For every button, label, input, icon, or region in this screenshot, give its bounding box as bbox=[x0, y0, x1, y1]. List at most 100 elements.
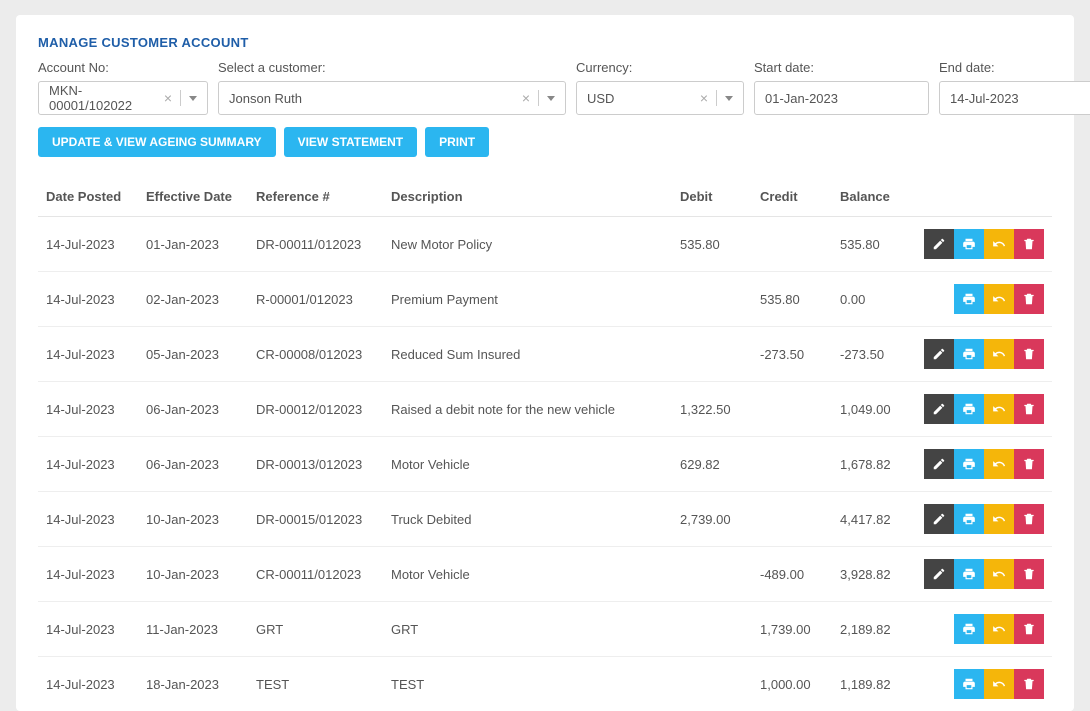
undo-button[interactable] bbox=[984, 614, 1014, 644]
edit-button[interactable] bbox=[924, 394, 954, 424]
del-icon bbox=[1022, 292, 1036, 306]
del-button[interactable] bbox=[1014, 559, 1044, 589]
undo-icon bbox=[992, 237, 1006, 251]
customer-label: Select a customer: bbox=[218, 60, 566, 75]
undo-button[interactable] bbox=[984, 449, 1014, 479]
print-button[interactable] bbox=[954, 284, 984, 314]
undo-button[interactable] bbox=[984, 559, 1014, 589]
print-button[interactable] bbox=[954, 449, 984, 479]
col-credit: Credit bbox=[752, 177, 832, 217]
cell-balance: 1,678.82 bbox=[832, 437, 912, 492]
filter-row: Account No: MKN-00001/102022 × Select a … bbox=[38, 60, 1052, 115]
col-effective-date: Effective Date bbox=[138, 177, 248, 217]
del-button[interactable] bbox=[1014, 394, 1044, 424]
chevron-down-icon[interactable] bbox=[547, 96, 555, 101]
table-row: 14-Jul-202306-Jan-2023DR-00013/012023Mot… bbox=[38, 437, 1052, 492]
print-button[interactable] bbox=[954, 394, 984, 424]
cell-effective: 02-Jan-2023 bbox=[138, 272, 248, 327]
table-row: 14-Jul-202306-Jan-2023DR-00012/012023Rai… bbox=[38, 382, 1052, 437]
print-icon bbox=[962, 347, 976, 361]
undo-button[interactable] bbox=[984, 339, 1014, 369]
chevron-down-icon[interactable] bbox=[189, 96, 197, 101]
print-button[interactable] bbox=[954, 559, 984, 589]
print-button[interactable] bbox=[954, 339, 984, 369]
view-statement-button[interactable]: VIEW STATEMENT bbox=[284, 127, 418, 157]
print-button[interactable] bbox=[954, 669, 984, 699]
del-button[interactable] bbox=[1014, 284, 1044, 314]
print-button[interactable]: PRINT bbox=[425, 127, 489, 157]
edit-button[interactable] bbox=[924, 504, 954, 534]
table-row: 14-Jul-202310-Jan-2023DR-00015/012023Tru… bbox=[38, 492, 1052, 547]
customer-select[interactable]: Jonson Ruth × bbox=[218, 81, 566, 115]
table-row: 14-Jul-202311-Jan-2023GRTGRT1,739.002,18… bbox=[38, 602, 1052, 657]
table-row: 14-Jul-202310-Jan-2023CR-00011/012023Mot… bbox=[38, 547, 1052, 602]
end-date-input[interactable]: 14-Jul-2023 bbox=[939, 81, 1090, 115]
cell-posted: 14-Jul-2023 bbox=[38, 602, 138, 657]
print-icon bbox=[962, 292, 976, 306]
cell-desc: Motor Vehicle bbox=[383, 547, 672, 602]
edit-button[interactable] bbox=[924, 339, 954, 369]
del-button[interactable] bbox=[1014, 449, 1044, 479]
cell-credit: 1,739.00 bbox=[752, 602, 832, 657]
cell-desc: TEST bbox=[383, 657, 672, 711]
undo-button[interactable] bbox=[984, 229, 1014, 259]
row-actions bbox=[912, 657, 1052, 711]
cell-posted: 14-Jul-2023 bbox=[38, 217, 138, 272]
cell-ref: DR-00011/012023 bbox=[248, 217, 383, 272]
edit-icon bbox=[932, 457, 946, 471]
clear-icon[interactable]: × bbox=[164, 90, 172, 106]
cell-desc: Raised a debit note for the new vehicle bbox=[383, 382, 672, 437]
cell-credit: 535.80 bbox=[752, 272, 832, 327]
cell-balance: 3,928.82 bbox=[832, 547, 912, 602]
undo-button[interactable] bbox=[984, 394, 1014, 424]
undo-icon bbox=[992, 622, 1006, 636]
undo-button[interactable] bbox=[984, 284, 1014, 314]
cell-ref: CR-00011/012023 bbox=[248, 547, 383, 602]
cell-effective: 10-Jan-2023 bbox=[138, 492, 248, 547]
del-button[interactable] bbox=[1014, 614, 1044, 644]
print-button[interactable] bbox=[954, 614, 984, 644]
clear-icon[interactable]: × bbox=[522, 90, 530, 106]
cell-ref: TEST bbox=[248, 657, 383, 711]
start-date-input[interactable]: 01-Jan-2023 bbox=[754, 81, 929, 115]
undo-button[interactable] bbox=[984, 504, 1014, 534]
cell-desc: GRT bbox=[383, 602, 672, 657]
edit-button[interactable] bbox=[924, 559, 954, 589]
account-no-select[interactable]: MKN-00001/102022 × bbox=[38, 81, 208, 115]
cell-credit: -273.50 bbox=[752, 327, 832, 382]
cell-debit bbox=[672, 657, 752, 711]
clear-icon[interactable]: × bbox=[700, 90, 708, 106]
del-button[interactable] bbox=[1014, 669, 1044, 699]
update-button[interactable]: UPDATE & VIEW AGEING SUMMARY bbox=[38, 127, 276, 157]
del-button[interactable] bbox=[1014, 504, 1044, 534]
cell-ref: CR-00008/012023 bbox=[248, 327, 383, 382]
del-button[interactable] bbox=[1014, 339, 1044, 369]
account-no-label: Account No: bbox=[38, 60, 208, 75]
del-icon bbox=[1022, 237, 1036, 251]
chevron-down-icon[interactable] bbox=[725, 96, 733, 101]
cell-posted: 14-Jul-2023 bbox=[38, 547, 138, 602]
edit-button[interactable] bbox=[924, 229, 954, 259]
cell-debit: 2,739.00 bbox=[672, 492, 752, 547]
end-date-label: End date: bbox=[939, 60, 1090, 75]
undo-icon bbox=[992, 347, 1006, 361]
button-row: UPDATE & VIEW AGEING SUMMARY VIEW STATEM… bbox=[38, 127, 1052, 157]
account-no-value: MKN-00001/102022 bbox=[49, 83, 164, 113]
cell-ref: DR-00012/012023 bbox=[248, 382, 383, 437]
col-balance: Balance bbox=[832, 177, 912, 217]
cell-balance: 0.00 bbox=[832, 272, 912, 327]
print-icon bbox=[962, 677, 976, 691]
row-actions bbox=[912, 382, 1052, 437]
row-actions bbox=[912, 272, 1052, 327]
undo-button[interactable] bbox=[984, 669, 1014, 699]
edit-button[interactable] bbox=[924, 449, 954, 479]
del-button[interactable] bbox=[1014, 229, 1044, 259]
cell-credit bbox=[752, 437, 832, 492]
table-row: 14-Jul-202301-Jan-2023DR-00011/012023New… bbox=[38, 217, 1052, 272]
print-button[interactable] bbox=[954, 504, 984, 534]
print-button[interactable] bbox=[954, 229, 984, 259]
edit-icon bbox=[932, 237, 946, 251]
currency-select[interactable]: USD × bbox=[576, 81, 744, 115]
row-actions bbox=[912, 327, 1052, 382]
cell-desc: New Motor Policy bbox=[383, 217, 672, 272]
